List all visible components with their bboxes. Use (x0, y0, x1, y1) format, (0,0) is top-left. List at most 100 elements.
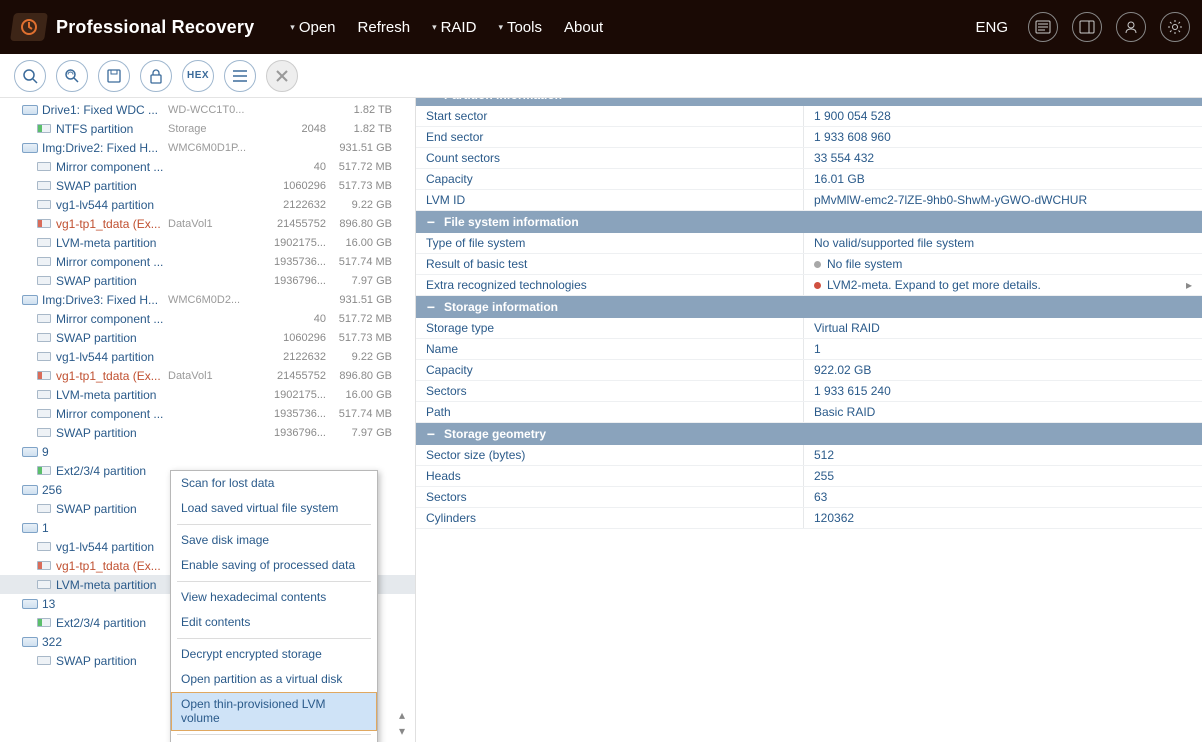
user-button[interactable] (1116, 12, 1146, 42)
topbar: Professional Recovery ▾Open Refresh ▾RAI… (0, 0, 1202, 54)
ctx-item[interactable]: Load saved virtual file system (171, 496, 377, 521)
row-name: Drive1: Fixed WDC ... (42, 103, 158, 117)
partition-icon (36, 541, 52, 553)
ctx-separator (177, 524, 371, 525)
tree-row[interactable]: SWAP partition1936796...7.97 GB (0, 271, 415, 290)
section-header[interactable]: −Partition information (416, 98, 1202, 106)
ctx-item[interactable]: Scan for lost data (171, 471, 377, 496)
ctx-item[interactable]: Decrypt encrypted storage (171, 642, 377, 667)
ctx-item[interactable]: View hexadecimal contents (171, 585, 377, 610)
partition-icon (36, 560, 52, 572)
row-start: 1936796... (254, 427, 330, 439)
tree-row[interactable]: SWAP partition 1936796...7.97 GB (0, 423, 415, 442)
property-value: No file system (804, 254, 1202, 274)
tree-row[interactable]: LVM-meta partition1902175...16.00 GB (0, 233, 415, 252)
row-name: Img:Drive3: Fixed H... (42, 293, 158, 307)
section-header[interactable]: −Storage information (416, 296, 1202, 318)
row-size: 517.74 MB (330, 408, 400, 420)
tree-row[interactable]: SWAP partition1060296517.73 MB (0, 176, 415, 195)
ctx-separator (177, 581, 371, 582)
row-size: 896.80 GB (330, 370, 400, 382)
partition-icon (36, 199, 52, 211)
tree-row[interactable]: LVM-meta partition1902175...16.00 GB (0, 385, 415, 404)
property-value: Virtual RAID (804, 318, 1202, 338)
ctx-item[interactable]: Calculate hash (171, 738, 377, 742)
search-button[interactable] (14, 60, 46, 92)
refresh-scan-button[interactable] (56, 60, 88, 92)
row-name: LVM-meta partition (56, 578, 156, 592)
decrypt-button[interactable] (140, 60, 172, 92)
ctx-item[interactable]: Open thin-provisioned LVM volume (171, 692, 377, 731)
tree-row[interactable]: Mirror component ...40517.72 MB (0, 157, 415, 176)
tree-row[interactable]: Mirror component ...40517.72 MB (0, 309, 415, 328)
property-key: Extra recognized technologies (416, 275, 804, 295)
row-size: 517.72 MB (330, 161, 400, 173)
ctx-item[interactable]: Open partition as a virtual disk (171, 667, 377, 692)
property-value: 1 (804, 339, 1202, 359)
property-row: End sector1 933 608 960 (416, 127, 1202, 148)
menu-raid[interactable]: ▾RAID (432, 19, 476, 36)
tree-scrollbar[interactable]: ▴ ▾ (399, 98, 413, 742)
section-title: Partition information (444, 98, 562, 102)
storage-tree-panel: Drive1: Fixed WDC ...WD-WCC1T0...1.82 TB… (0, 98, 416, 742)
tree-row[interactable]: Img:Drive3: Fixed H...WMC6M0D2...931.51 … (0, 290, 415, 309)
row-name: Mirror component ... (56, 407, 163, 421)
collapse-icon: − (426, 299, 436, 315)
ctx-separator (177, 638, 371, 639)
save-image-button[interactable] (98, 60, 130, 92)
main: Drive1: Fixed WDC ...WD-WCC1T0...1.82 TB… (0, 98, 1202, 742)
tree-row[interactable]: Mirror component ...1935736...517.74 MB (0, 252, 415, 271)
property-key: Sector size (bytes) (416, 445, 804, 465)
property-row: Extra recognized technologiesLVM2-meta. … (416, 275, 1202, 296)
property-value: 1 933 615 240 (804, 381, 1202, 401)
property-value: pMvMlW-emc2-7lZE-9hb0-ShwM-yGWO-dWCHUR (804, 190, 1202, 210)
menu-about[interactable]: About (564, 19, 603, 36)
section-header[interactable]: −File system information (416, 211, 1202, 233)
list-button[interactable] (224, 60, 256, 92)
row-name: SWAP partition (56, 654, 137, 668)
row-size: 7.97 GB (330, 427, 400, 439)
menu-refresh[interactable]: Refresh (358, 19, 411, 36)
property-key: Storage type (416, 318, 804, 338)
scroll-down-icon[interactable]: ▾ (399, 724, 413, 738)
row-name: SWAP partition (56, 426, 137, 440)
tree-row[interactable]: vg1-lv544 partition21226329.22 GB (0, 347, 415, 366)
property-row: Capacity16.01 GB (416, 169, 1202, 190)
row-name: vg1-tp1_tdata (Ex... (56, 369, 161, 383)
property-value[interactable]: LVM2-meta. Expand to get more details.▸ (804, 275, 1202, 295)
tree-row[interactable]: vg1-tp1_tdata (Ex...DataVol121455752896.… (0, 214, 415, 233)
tree-row[interactable]: Img:Drive2: Fixed H...WMC6M0D1P...931.51… (0, 138, 415, 157)
partition-icon (36, 389, 52, 401)
row-serial: Storage (168, 123, 254, 135)
ctx-item[interactable]: Edit contents (171, 610, 377, 635)
dropdown-icon: ▾ (498, 22, 503, 33)
row-start: 1060296 (254, 180, 330, 192)
tree-row[interactable]: Drive1: Fixed WDC ...WD-WCC1T0...1.82 TB (0, 100, 415, 119)
partition-icon (36, 123, 52, 135)
tree-row[interactable]: Mirror component ...1935736...517.74 MB (0, 404, 415, 423)
language-selector[interactable]: ENG (975, 19, 1008, 36)
property-key: Capacity (416, 169, 804, 189)
ctx-item[interactable]: Save disk image (171, 528, 377, 553)
row-name: 322 (42, 635, 62, 649)
row-start: 2122632 (254, 351, 330, 363)
row-start: 1902175... (254, 389, 330, 401)
hex-button[interactable]: HEX (182, 60, 214, 92)
row-size: 931.51 GB (330, 142, 400, 154)
tree-row[interactable]: SWAP partition1060296517.73 MB (0, 328, 415, 347)
tree-row[interactable]: NTFS partitionStorage20481.82 TB (0, 119, 415, 138)
menu-open[interactable]: ▾Open (290, 19, 335, 36)
section-header[interactable]: −Storage geometry (416, 423, 1202, 445)
scroll-up-icon[interactable]: ▴ (399, 708, 413, 722)
close-panel-button[interactable] (266, 60, 298, 92)
tree-row[interactable]: vg1-lv544 partition21226329.22 GB (0, 195, 415, 214)
row-size: 16.00 GB (330, 389, 400, 401)
settings-button[interactable] (1160, 12, 1190, 42)
menu-tools[interactable]: ▾Tools (498, 19, 542, 36)
panel-button[interactable] (1072, 12, 1102, 42)
log-button[interactable] (1028, 12, 1058, 42)
tree-row[interactable]: vg1-tp1_tdata (Ex...DataVol121455752896.… (0, 366, 415, 385)
ctx-item[interactable]: Enable saving of processed data (171, 553, 377, 578)
tree-row[interactable]: 9 (0, 442, 415, 461)
partition-icon (36, 370, 52, 382)
